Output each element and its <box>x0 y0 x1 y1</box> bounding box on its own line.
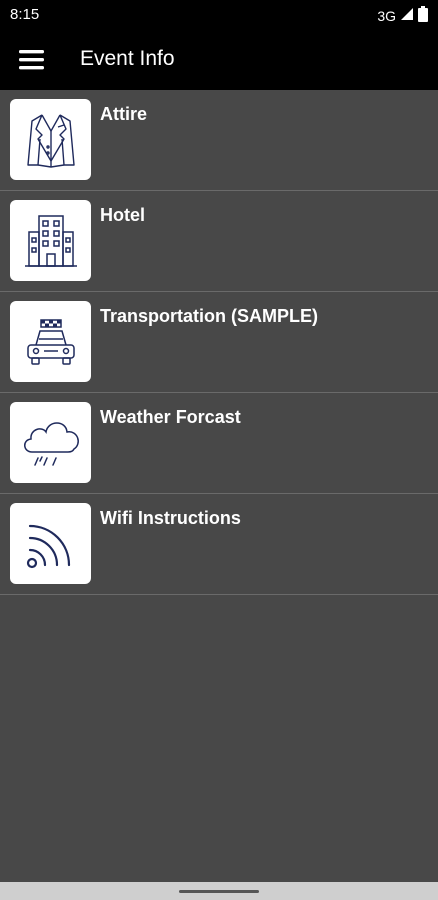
wifi-icon <box>10 503 91 584</box>
blazer-icon <box>10 99 91 180</box>
list-item-label: Attire <box>100 104 148 124</box>
list-item-label: Weather Forcast <box>100 407 241 427</box>
page-title: Event Info <box>80 47 175 70</box>
list-item-label: Wifi Instructions <box>100 508 241 528</box>
signal-icon <box>400 7 414 24</box>
event-info-list: Attire Hotel Transportation (SAMPLE) Wea… <box>0 90 438 595</box>
status-time: 8:15 <box>10 6 40 23</box>
navigation-bar <box>0 882 438 900</box>
taxi-icon <box>10 301 91 382</box>
network-type: 3G <box>377 7 396 24</box>
app-bar: Event Info <box>0 30 438 90</box>
hamburger-menu-icon[interactable] <box>18 48 46 72</box>
status-indicators: 3G <box>377 6 428 25</box>
building-icon <box>10 200 91 281</box>
list-item-hotel[interactable]: Hotel <box>0 191 438 292</box>
list-item-wifi[interactable]: Wifi Instructions <box>0 494 438 595</box>
list-item-label: Transportation (SAMPLE) <box>100 306 319 326</box>
list-item-attire[interactable]: Attire <box>0 90 438 191</box>
status-bar: 8:15 3G <box>0 0 438 30</box>
list-item-weather[interactable]: Weather Forcast <box>0 393 438 494</box>
rain-cloud-icon <box>10 402 91 483</box>
home-gesture-handle[interactable] <box>179 890 259 893</box>
list-item-label: Hotel <box>100 205 145 225</box>
battery-icon <box>418 6 428 25</box>
list-item-transportation[interactable]: Transportation (SAMPLE) <box>0 292 438 393</box>
